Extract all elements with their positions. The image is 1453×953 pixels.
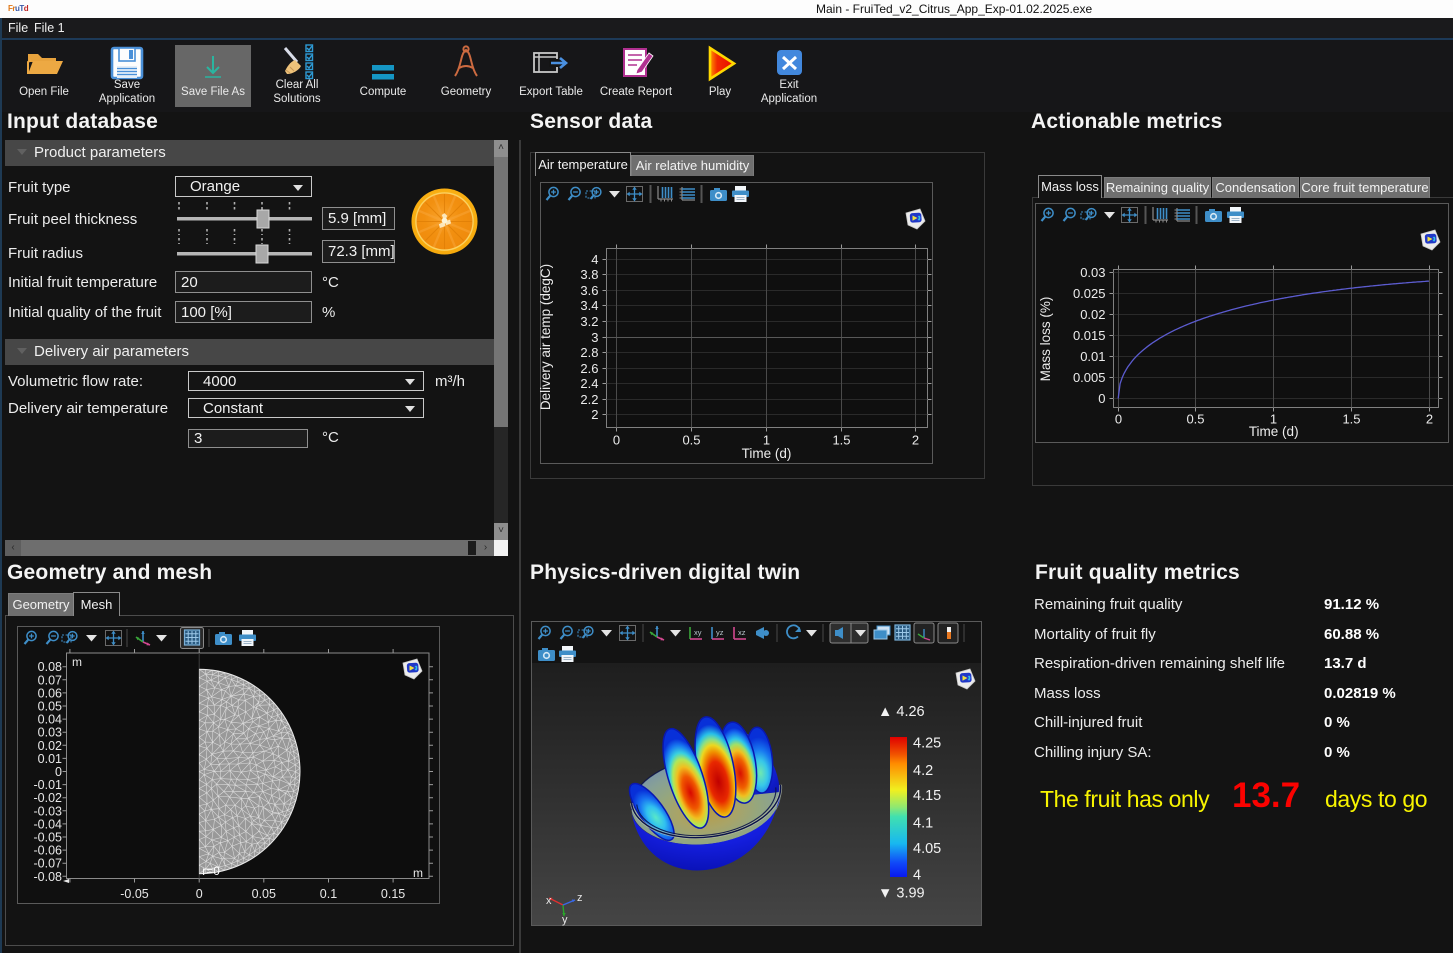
svg-text:4.25: 4.25	[913, 735, 941, 751]
svg-text:4.05: 4.05	[913, 841, 941, 857]
svg-text:0: 0	[55, 765, 62, 779]
svg-text:0.06: 0.06	[38, 686, 62, 700]
svg-text:0.01: 0.01	[1080, 349, 1105, 364]
svg-text:0.5: 0.5	[1186, 412, 1204, 427]
svg-text:3.8: 3.8	[580, 267, 598, 282]
svg-text:z: z	[577, 892, 583, 904]
svg-text:-0.01: -0.01	[34, 778, 63, 792]
svg-text:x: x	[546, 895, 552, 907]
svg-text:0.015: 0.015	[1073, 328, 1106, 343]
svg-text:xz: xz	[738, 628, 746, 637]
svg-text:-0.05: -0.05	[34, 831, 63, 845]
svg-text:▼ 3.99: ▼ 3.99	[878, 886, 925, 902]
svg-text:4.2: 4.2	[913, 763, 933, 779]
svg-text:-0.03: -0.03	[34, 804, 63, 818]
svg-text:0.08: 0.08	[38, 660, 62, 674]
svg-text:y: y	[562, 914, 568, 926]
svg-text:0.04: 0.04	[38, 713, 62, 727]
svg-text:4: 4	[591, 252, 598, 267]
svg-text:2.4: 2.4	[580, 376, 598, 391]
svg-text:0.02: 0.02	[38, 739, 62, 753]
svg-text:-0.02: -0.02	[34, 791, 63, 805]
svg-text:0.03: 0.03	[38, 726, 62, 740]
svg-text:4.15: 4.15	[913, 788, 941, 804]
svg-text:0: 0	[1115, 412, 1122, 427]
svg-text:0: 0	[196, 887, 203, 901]
svg-text:-0.07: -0.07	[34, 857, 63, 871]
svg-text:0.03: 0.03	[1080, 265, 1105, 280]
svg-text:▲ 4.26: ▲ 4.26	[878, 704, 925, 720]
svg-text:xy: xy	[694, 628, 702, 637]
svg-text:4: 4	[913, 868, 921, 884]
svg-text:0.15: 0.15	[381, 887, 405, 901]
svg-text:m: m	[413, 866, 423, 880]
svg-text:-0.06: -0.06	[34, 844, 63, 858]
svg-text:Time (d): Time (d)	[1249, 424, 1299, 439]
svg-text:-0.05: -0.05	[120, 887, 149, 901]
svg-text:2.6: 2.6	[580, 361, 598, 376]
svg-text:1.5: 1.5	[1342, 412, 1360, 427]
svg-text:3.6: 3.6	[580, 283, 598, 298]
svg-text:0.01: 0.01	[38, 752, 62, 766]
svg-text:0.05: 0.05	[252, 887, 276, 901]
svg-text:0.02: 0.02	[1080, 307, 1105, 322]
svg-text:yz: yz	[716, 628, 724, 637]
svg-text:Delivery air temp (degC): Delivery air temp (degC)	[540, 264, 553, 410]
svg-text:Time (d): Time (d)	[742, 446, 792, 461]
svg-text:-0.04: -0.04	[34, 817, 63, 831]
svg-text:0.005: 0.005	[1073, 370, 1106, 385]
svg-text:2: 2	[591, 407, 598, 422]
svg-text:r=0: r=0	[202, 864, 220, 878]
svg-text:3: 3	[591, 330, 598, 345]
svg-text:2.2: 2.2	[580, 392, 598, 407]
svg-text:0: 0	[1098, 391, 1105, 406]
svg-text:2.8: 2.8	[580, 345, 598, 360]
svg-text:0.5: 0.5	[682, 433, 700, 448]
svg-text:3.2: 3.2	[580, 314, 598, 329]
svg-text:-0.08: -0.08	[34, 870, 63, 884]
svg-text:0.07: 0.07	[38, 673, 62, 687]
svg-text:Mass loss (%): Mass loss (%)	[1038, 297, 1053, 382]
svg-text:0.025: 0.025	[1073, 286, 1106, 301]
svg-text:0.1: 0.1	[320, 887, 337, 901]
svg-text:4.1: 4.1	[913, 816, 933, 832]
svg-text:3.4: 3.4	[580, 298, 598, 313]
svg-text:2: 2	[912, 433, 919, 448]
svg-text:1.5: 1.5	[832, 433, 850, 448]
svg-text:m: m	[72, 655, 82, 669]
svg-text:2: 2	[1426, 412, 1433, 427]
svg-text:0.05: 0.05	[38, 700, 62, 714]
svg-text:0: 0	[613, 433, 620, 448]
